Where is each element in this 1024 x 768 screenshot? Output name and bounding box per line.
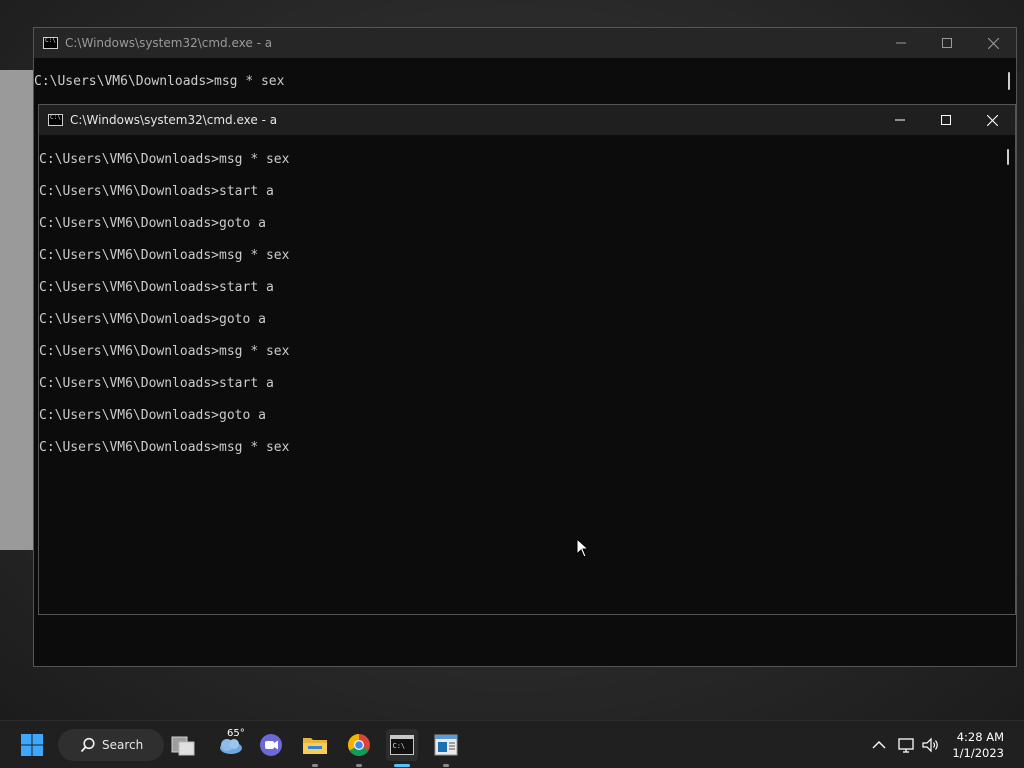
- volume-icon: [922, 737, 938, 753]
- maximize-icon: [941, 115, 951, 125]
- close-icon: [987, 37, 999, 49]
- file-explorer-button[interactable]: [300, 729, 330, 767]
- cmd-app-icon: [43, 37, 58, 49]
- cmd-window-front[interactable]: C:\Windows\system32\cmd.exe - a C:\Users…: [38, 104, 1016, 615]
- search-label: Search: [102, 738, 144, 752]
- caption-buttons-front: [877, 105, 1015, 135]
- terminal-button[interactable]: C:\: [386, 729, 418, 767]
- scroll-thumb[interactable]: [1007, 149, 1009, 165]
- svg-text:C:\: C:\: [393, 742, 406, 750]
- minimize-button-back[interactable]: [878, 28, 924, 58]
- clock-time: 4:28 AM: [956, 730, 1004, 744]
- console-line: C:\Users\VM6\Downloads>start a: [39, 184, 274, 199]
- show-hidden-icons-button[interactable]: [868, 729, 890, 761]
- console-line: C:\Users\VM6\Downloads>msg * sex: [39, 152, 290, 167]
- taskbar-search[interactable]: Search: [58, 729, 164, 761]
- console-line: C:\Users\VM6\Downloads>msg * sex: [34, 74, 285, 89]
- console-line: C:\Users\VM6\Downloads>goto a: [39, 312, 266, 327]
- start-button[interactable]: [14, 729, 50, 761]
- notepad-button[interactable]: [431, 729, 461, 767]
- scroll-thumb-back[interactable]: [1008, 72, 1010, 90]
- clock-date: 1/1/2023: [952, 746, 1004, 760]
- maximize-button[interactable]: [923, 105, 969, 135]
- minimize-icon: [895, 119, 905, 121]
- titlebar-back[interactable]: C:\Windows\system32\cmd.exe - a: [34, 28, 1016, 58]
- mouse-cursor-icon: [576, 538, 590, 558]
- running-indicator: [443, 764, 449, 767]
- start-icon: [21, 734, 43, 756]
- window-title-back: C:\Windows\system32\cmd.exe - a: [65, 36, 273, 50]
- maximize-icon: [942, 38, 952, 48]
- teams-chat-icon: [260, 734, 282, 756]
- weather-temperature: 65°: [227, 728, 245, 739]
- chevron-up-icon: [872, 741, 886, 749]
- taskbar: Search 65° C:\ 4:28 AM 1/1/2023: [0, 720, 1024, 768]
- scrollbar[interactable]: [1001, 135, 1015, 614]
- file-explorer-icon: [303, 738, 327, 754]
- desktop-background-strip: [0, 70, 34, 550]
- volume-button[interactable]: [920, 729, 942, 761]
- network-icon: [898, 738, 914, 753]
- cmd-app-icon: [48, 114, 63, 126]
- window-title-front: C:\Windows\system32\cmd.exe - a: [70, 113, 278, 127]
- close-button[interactable]: [969, 105, 1015, 135]
- task-view-icon: [171, 736, 195, 756]
- console-line: C:\Users\VM6\Downloads>start a: [39, 376, 274, 391]
- chrome-button[interactable]: [344, 729, 374, 767]
- network-button[interactable]: [896, 729, 918, 761]
- caption-buttons-back: [878, 28, 1016, 58]
- task-view-button[interactable]: [168, 729, 198, 761]
- console-line: C:\Users\VM6\Downloads>msg * sex: [39, 440, 290, 455]
- running-indicator: [312, 764, 318, 767]
- close-icon: [986, 114, 998, 126]
- desktop: C:\Windows\system32\cmd.exe - a C:\Users…: [0, 0, 1024, 720]
- titlebar-front[interactable]: C:\Windows\system32\cmd.exe - a: [39, 105, 1015, 135]
- console-line: C:\Users\VM6\Downloads>start a: [39, 280, 274, 295]
- terminal-icon: C:\: [390, 735, 414, 755]
- teams-chat-button[interactable]: [256, 729, 286, 761]
- search-icon: [80, 737, 95, 753]
- minimize-icon: [896, 42, 906, 44]
- console-line: C:\Users\VM6\Downloads>msg * sex: [39, 248, 290, 263]
- clock[interactable]: 4:28 AM 1/1/2023: [952, 729, 1004, 761]
- close-button-back[interactable]: [970, 28, 1016, 58]
- notepad-icon: [434, 734, 458, 756]
- console-line: C:\Users\VM6\Downloads>msg * sex: [39, 344, 290, 359]
- console-output[interactable]: C:\Users\VM6\Downloads>msg * sex C:\User…: [39, 135, 1001, 614]
- minimize-button[interactable]: [877, 105, 923, 135]
- chrome-icon: [348, 734, 370, 756]
- running-indicator: [356, 764, 362, 767]
- maximize-button-back[interactable]: [924, 28, 970, 58]
- console-line: C:\Users\VM6\Downloads>goto a: [39, 216, 266, 231]
- console-line: C:\Users\VM6\Downloads>goto a: [39, 408, 266, 423]
- active-indicator: [394, 764, 410, 767]
